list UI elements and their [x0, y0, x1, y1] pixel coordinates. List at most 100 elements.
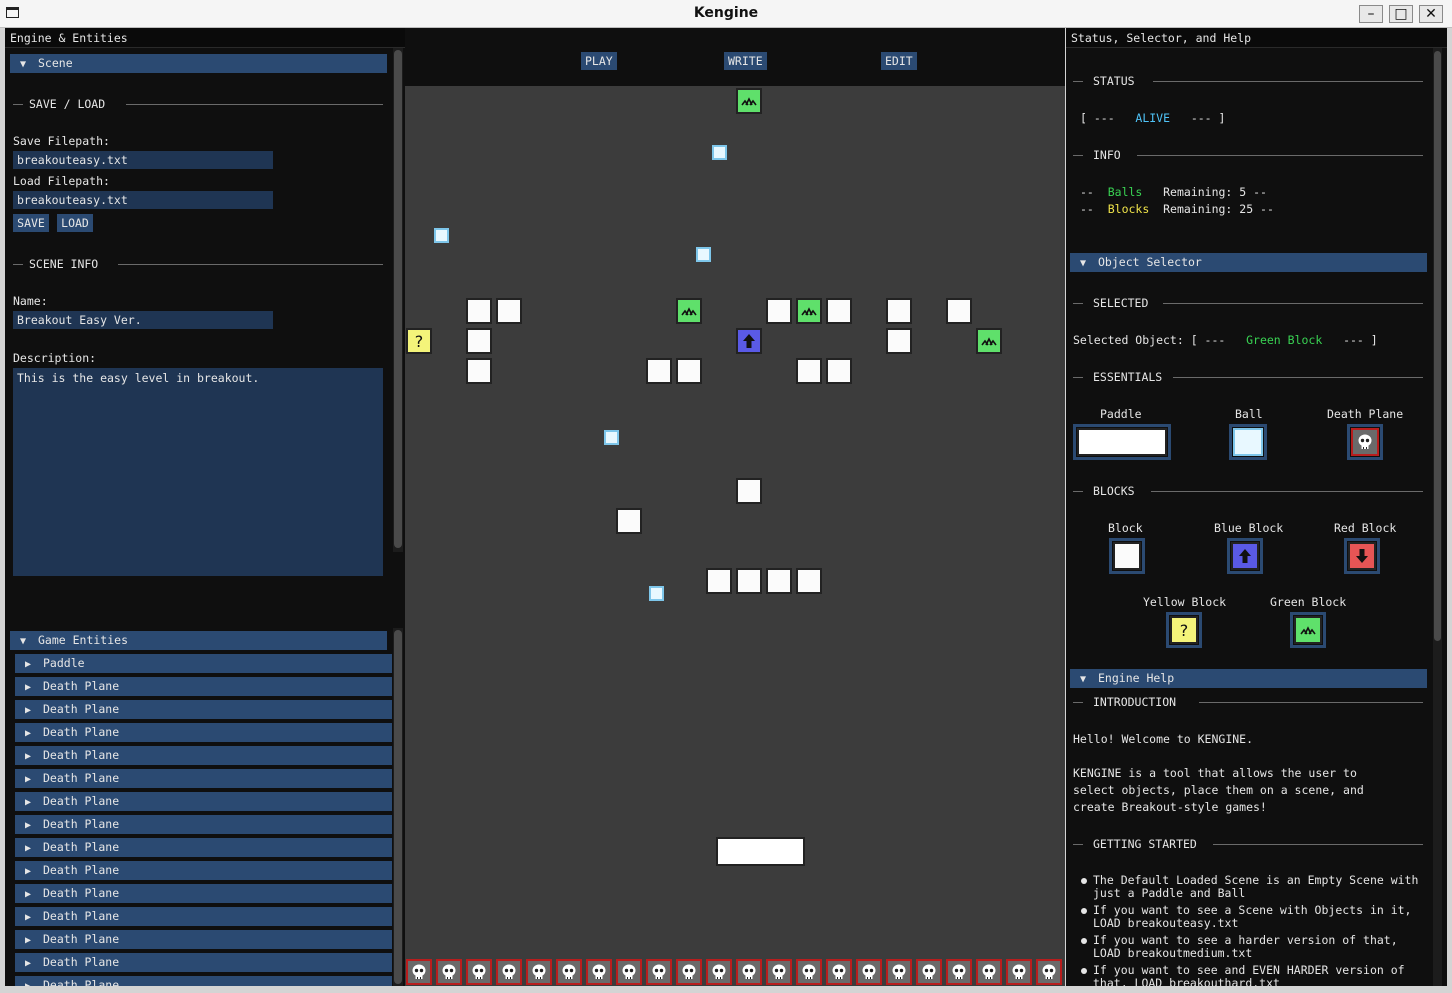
death-plane[interactable] [1006, 959, 1032, 985]
death-plane[interactable] [586, 959, 612, 985]
death-plane[interactable] [406, 959, 432, 985]
death-plane[interactable] [706, 959, 732, 985]
death-plane[interactable] [436, 959, 462, 985]
white-block[interactable] [736, 478, 762, 504]
load-filepath-input[interactable]: breakouteasy.txt [13, 191, 273, 209]
paddle-option[interactable] [1073, 424, 1171, 460]
white-block[interactable] [766, 298, 792, 324]
red-block-option[interactable] [1344, 538, 1380, 574]
ball[interactable] [712, 145, 727, 160]
entity-item[interactable]: ▶Death Plane [15, 907, 392, 926]
white-block[interactable] [496, 298, 522, 324]
death-plane[interactable] [556, 959, 582, 985]
green-block[interactable] [976, 328, 1002, 354]
yellow-block-option[interactable]: ? [1166, 612, 1202, 648]
save-filepath-input[interactable]: breakouteasy.txt [13, 151, 273, 169]
scene-header[interactable]: ▼ Scene [10, 54, 387, 73]
white-block[interactable] [796, 568, 822, 594]
death-plane[interactable] [766, 959, 792, 985]
save-button[interactable]: SAVE [13, 214, 49, 232]
game-entities-header[interactable]: ▼ Game Entities [10, 631, 387, 650]
entity-item[interactable]: ▶Death Plane [15, 815, 392, 834]
death-plane[interactable] [916, 959, 942, 985]
death-plane[interactable] [466, 959, 492, 985]
yellow-block[interactable]: ? [406, 328, 432, 354]
load-button[interactable]: LOAD [57, 214, 93, 232]
write-button[interactable]: WRITE [724, 52, 767, 70]
close-button[interactable]: ✕ [1419, 5, 1443, 23]
entity-item[interactable]: ▶Death Plane [15, 930, 392, 949]
blue-block-option[interactable] [1227, 538, 1263, 574]
entity-item[interactable]: ▶ Paddle [15, 654, 392, 673]
play-button[interactable]: PLAY [581, 52, 617, 70]
white-block[interactable] [466, 328, 492, 354]
skull-icon [622, 964, 636, 979]
entity-item[interactable]: ▶Death Plane [15, 861, 392, 880]
death-plane-option[interactable] [1347, 424, 1383, 460]
death-plane[interactable] [976, 959, 1002, 985]
minimize-button[interactable]: – [1359, 5, 1383, 23]
white-block[interactable] [466, 358, 492, 384]
ball[interactable] [696, 247, 711, 262]
edit-button[interactable]: EDIT [881, 52, 917, 70]
death-plane[interactable] [856, 959, 882, 985]
death-plane[interactable] [796, 959, 822, 985]
entity-item[interactable]: ▶Death Plane [15, 976, 392, 986]
entity-item[interactable]: ▶Death Plane [15, 838, 392, 857]
scene-name-input[interactable]: Breakout Easy Ver. [13, 311, 273, 329]
death-plane[interactable] [526, 959, 552, 985]
green-block[interactable] [796, 298, 822, 324]
death-plane[interactable] [496, 959, 522, 985]
ball-option[interactable] [1229, 424, 1267, 460]
maximize-button[interactable]: □ [1389, 5, 1413, 23]
entity-item[interactable]: ▶Death Plane [15, 700, 392, 719]
game-viewport[interactable]: PLAY WRITE EDIT ? [405, 28, 1065, 986]
death-plane[interactable] [676, 959, 702, 985]
object-selector-header[interactable]: ▼ Object Selector [1070, 253, 1427, 272]
death-plane[interactable] [826, 959, 852, 985]
green-block[interactable] [736, 88, 762, 114]
death-plane[interactable] [946, 959, 972, 985]
right-panel-scrollbar[interactable] [1433, 48, 1442, 986]
intro-text-1: Hello! Welcome to KENGINE. [1073, 732, 1254, 746]
death-plane[interactable] [646, 959, 672, 985]
ball[interactable] [604, 430, 619, 445]
death-plane[interactable] [736, 959, 762, 985]
green-block[interactable] [676, 298, 702, 324]
white-block[interactable] [826, 358, 852, 384]
ball[interactable] [649, 586, 664, 601]
white-block[interactable] [796, 358, 822, 384]
scene-scrollbar[interactable] [393, 48, 403, 552]
death-plane[interactable] [616, 959, 642, 985]
entity-item[interactable]: ▶Death Plane [15, 723, 392, 742]
entity-item[interactable]: ▶Death Plane [15, 677, 392, 696]
entity-item[interactable]: ▶Death Plane [15, 884, 392, 903]
white-block[interactable] [736, 568, 762, 594]
green-block-option[interactable] [1290, 612, 1326, 648]
entity-item[interactable]: ▶Death Plane [15, 953, 392, 972]
white-block[interactable] [466, 298, 492, 324]
block-option[interactable] [1109, 538, 1145, 574]
entity-item[interactable]: ▶Death Plane [15, 746, 392, 765]
white-block[interactable] [616, 508, 642, 534]
white-block[interactable] [646, 358, 672, 384]
death-plane[interactable] [886, 959, 912, 985]
entity-item[interactable]: ▶Death Plane [15, 792, 392, 811]
selected-object-value: Green Block [1246, 333, 1323, 347]
balls-count: Remaining: 5 -- [1163, 185, 1267, 199]
white-block[interactable] [886, 298, 912, 324]
description-textarea[interactable]: This is the easy level in breakout. [13, 368, 383, 576]
white-block[interactable] [886, 328, 912, 354]
white-block[interactable] [706, 568, 732, 594]
paddle[interactable] [716, 837, 805, 866]
white-block[interactable] [766, 568, 792, 594]
blue-block[interactable] [736, 328, 762, 354]
engine-help-header[interactable]: ▼ Engine Help [1070, 669, 1427, 688]
entities-scrollbar[interactable] [393, 628, 403, 986]
white-block[interactable] [676, 358, 702, 384]
death-plane[interactable] [1036, 959, 1062, 985]
ball[interactable] [434, 228, 449, 243]
white-block[interactable] [826, 298, 852, 324]
white-block[interactable] [946, 298, 972, 324]
entity-item[interactable]: ▶Death Plane [15, 769, 392, 788]
